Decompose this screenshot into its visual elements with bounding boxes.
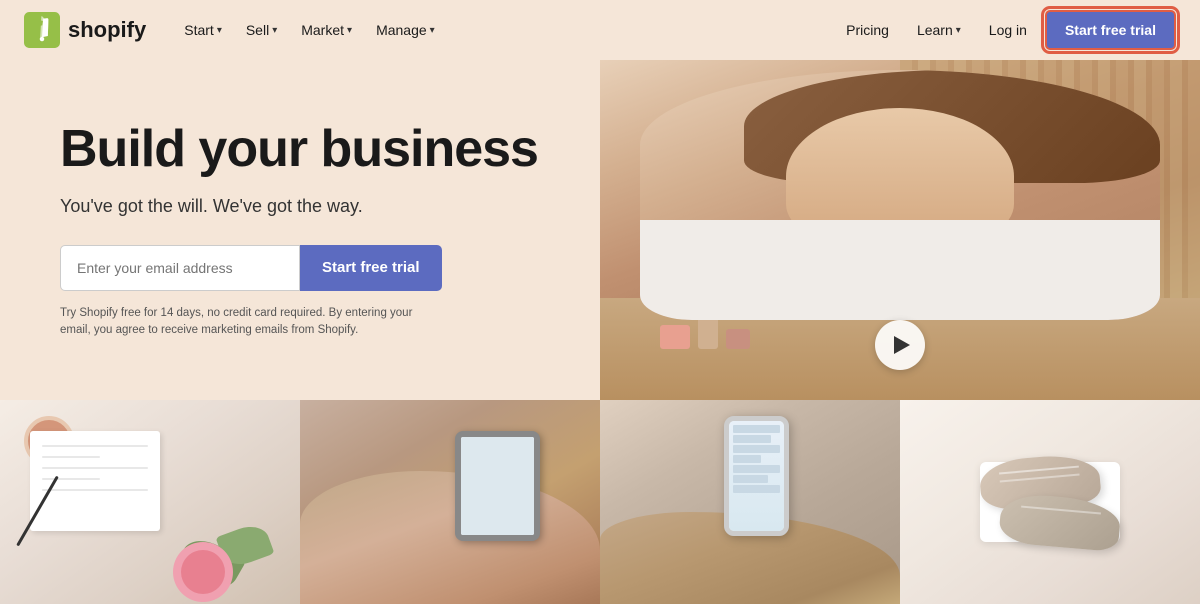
- hero-subtitle: You've got the will. We've got the way.: [60, 196, 550, 217]
- shoe-lace: [1021, 506, 1101, 515]
- book-line: [42, 445, 148, 447]
- table-item-box2: [726, 329, 750, 349]
- shirt-shape: [640, 220, 1160, 320]
- shoe-pair: [970, 457, 1130, 547]
- book: [30, 431, 160, 531]
- phone-screen: [729, 421, 784, 531]
- play-button[interactable]: [875, 320, 925, 370]
- hero-signup-form: Start free trial: [60, 245, 550, 291]
- phone-row: [733, 455, 761, 463]
- chevron-down-icon: ▾: [347, 25, 352, 36]
- hero-image-area: [600, 60, 1200, 400]
- book-lines: [30, 431, 160, 514]
- chevron-down-icon: ▾: [272, 25, 277, 36]
- nav-learn-link[interactable]: Learn ▾: [907, 14, 971, 46]
- nav-right-items: Pricing Learn ▾ Log in Start free trial: [832, 10, 1176, 50]
- book-line: [42, 456, 100, 458]
- hero-title: Build your business: [60, 121, 550, 178]
- nav-item-start[interactable]: Start ▾: [174, 14, 232, 46]
- navigation: shopify Start ▾ Sell ▾ Market ▾ Manage ▾…: [0, 0, 1200, 60]
- hero-left-content: Build your business You've got the will.…: [0, 60, 600, 400]
- phone-row: [733, 465, 780, 473]
- gallery-item-phone: [600, 400, 900, 604]
- chevron-down-icon: ▾: [956, 25, 961, 36]
- hero-disclaimer: Try Shopify free for 14 days, no credit …: [60, 305, 440, 340]
- nav-login-link[interactable]: Log in: [975, 14, 1041, 46]
- flower-decoration: [181, 550, 225, 594]
- play-icon: [894, 336, 910, 354]
- phone-row: [733, 435, 771, 443]
- gallery-item-shoes: [900, 400, 1200, 604]
- nav-left-items: Start ▾ Sell ▾ Market ▾ Manage ▾: [174, 14, 832, 46]
- table-item-box: [660, 325, 690, 349]
- logo-text: shopify: [68, 17, 146, 43]
- gallery-item-notebook: [0, 400, 300, 604]
- book-line: [42, 467, 148, 469]
- chevron-down-icon: ▾: [217, 25, 222, 36]
- phone-row: [733, 485, 780, 493]
- tablet-image: [300, 400, 600, 604]
- hands-area: [300, 471, 600, 604]
- logo-link[interactable]: shopify: [24, 12, 146, 48]
- email-input[interactable]: [60, 245, 300, 291]
- shoes-image: [900, 400, 1200, 604]
- phone-row: [733, 445, 780, 453]
- nav-item-market[interactable]: Market ▾: [291, 14, 362, 46]
- shoe-lace: [1000, 474, 1080, 483]
- gallery-item-tablet: [300, 400, 600, 604]
- nav-item-manage[interactable]: Manage ▾: [366, 14, 445, 46]
- gallery-section: [0, 400, 1200, 604]
- shopify-logo-icon: [24, 12, 60, 48]
- chevron-down-icon: ▾: [430, 25, 435, 36]
- shoe-lace: [999, 466, 1079, 475]
- shoe-right: [998, 492, 1122, 552]
- phone-image: [600, 400, 900, 604]
- phone-row: [733, 425, 780, 433]
- nav-pricing-link[interactable]: Pricing: [832, 14, 903, 46]
- tablet-screen: [461, 437, 534, 535]
- notebook-image: [0, 400, 300, 604]
- book-line: [42, 489, 148, 491]
- book-line: [42, 478, 100, 480]
- phone-row: [733, 475, 768, 483]
- phone-device: [724, 416, 789, 536]
- nav-item-sell[interactable]: Sell ▾: [236, 14, 287, 46]
- hero-trial-button[interactable]: Start free trial: [300, 245, 442, 291]
- hero-section: Build your business You've got the will.…: [0, 60, 1200, 400]
- person-figure: [640, 70, 1160, 320]
- nav-trial-button[interactable]: Start free trial: [1045, 10, 1176, 50]
- tablet-device: [455, 431, 540, 541]
